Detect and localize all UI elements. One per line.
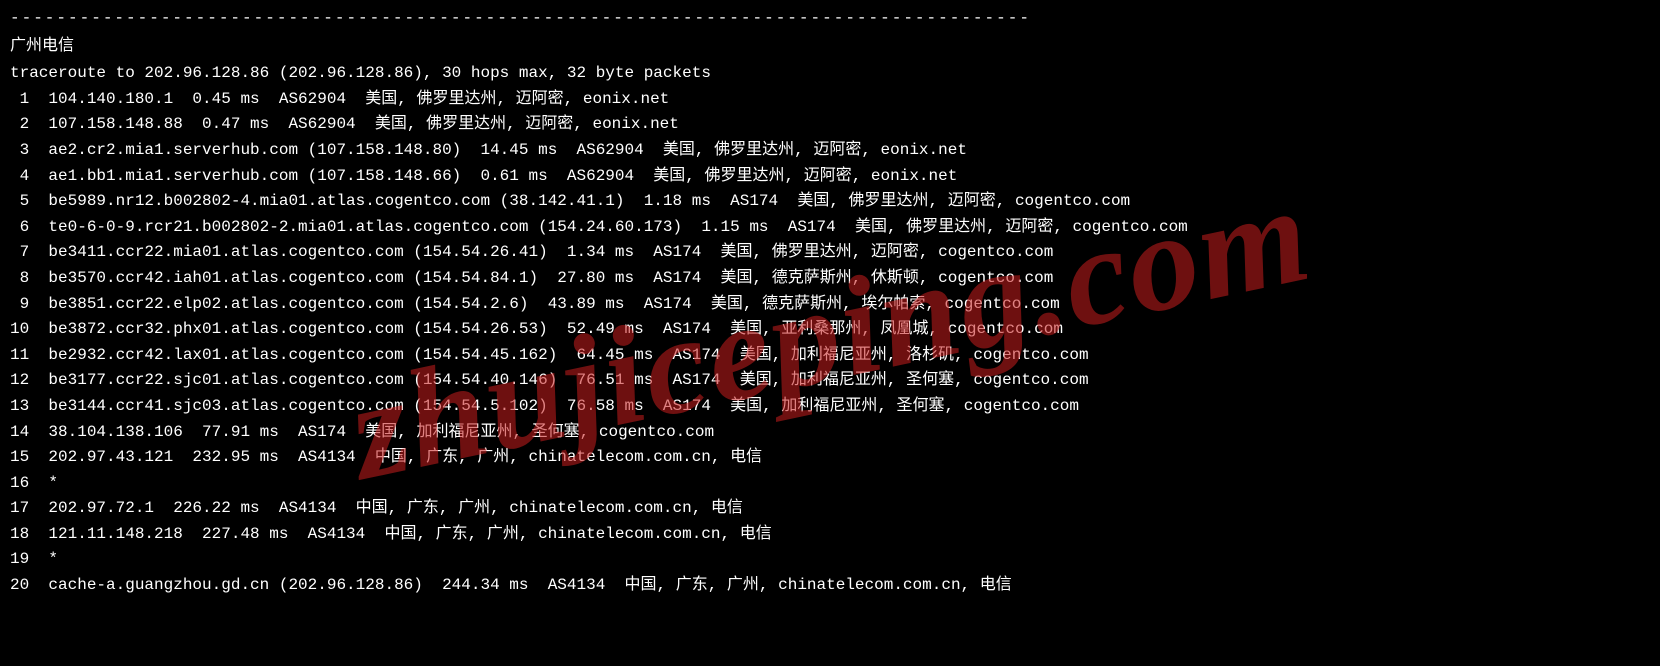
hop-row: 9 be3851.ccr22.elp02.atlas.cogentco.com … — [10, 292, 1650, 318]
hop-row: 14 38.104.138.106 77.91 ms AS174 美国, 加利福… — [10, 420, 1650, 446]
hop-row: 15 202.97.43.121 232.95 ms AS4134 中国, 广东… — [10, 445, 1650, 471]
hop-row: 4 ae1.bb1.mia1.serverhub.com (107.158.14… — [10, 164, 1650, 190]
hop-row: 12 be3177.ccr22.sjc01.atlas.cogentco.com… — [10, 368, 1650, 394]
hop-row: 11 be2932.ccr42.lax01.atlas.cogentco.com… — [10, 343, 1650, 369]
trace-header: traceroute to 202.96.128.86 (202.96.128.… — [10, 61, 1650, 87]
hop-row: 19 * — [10, 547, 1650, 573]
hop-row: 7 be3411.ccr22.mia01.atlas.cogentco.com … — [10, 240, 1650, 266]
trace-title: 广州电信 — [10, 34, 1650, 60]
hop-row: 1 104.140.180.1 0.45 ms AS62904 美国, 佛罗里达… — [10, 87, 1650, 113]
hop-row: 16 * — [10, 471, 1650, 497]
hop-row: 17 202.97.72.1 226.22 ms AS4134 中国, 广东, … — [10, 496, 1650, 522]
hop-list: 1 104.140.180.1 0.45 ms AS62904 美国, 佛罗里达… — [10, 87, 1650, 599]
hop-row: 8 be3570.ccr42.iah01.atlas.cogentco.com … — [10, 266, 1650, 292]
hop-row: 20 cache-a.guangzhou.gd.cn (202.96.128.8… — [10, 573, 1650, 599]
hop-row: 3 ae2.cr2.mia1.serverhub.com (107.158.14… — [10, 138, 1650, 164]
hop-row: 2 107.158.148.88 0.47 ms AS62904 美国, 佛罗里… — [10, 112, 1650, 138]
hop-row: 13 be3144.ccr41.sjc03.atlas.cogentco.com… — [10, 394, 1650, 420]
hop-row: 5 be5989.nr12.b002802-4.mia01.atlas.coge… — [10, 189, 1650, 215]
hop-row: 10 be3872.ccr32.phx01.atlas.cogentco.com… — [10, 317, 1650, 343]
divider-line: ----------------------------------------… — [10, 6, 1650, 32]
hop-row: 18 121.11.148.218 227.48 ms AS4134 中国, 广… — [10, 522, 1650, 548]
hop-row: 6 te0-6-0-9.rcr21.b002802-2.mia01.atlas.… — [10, 215, 1650, 241]
